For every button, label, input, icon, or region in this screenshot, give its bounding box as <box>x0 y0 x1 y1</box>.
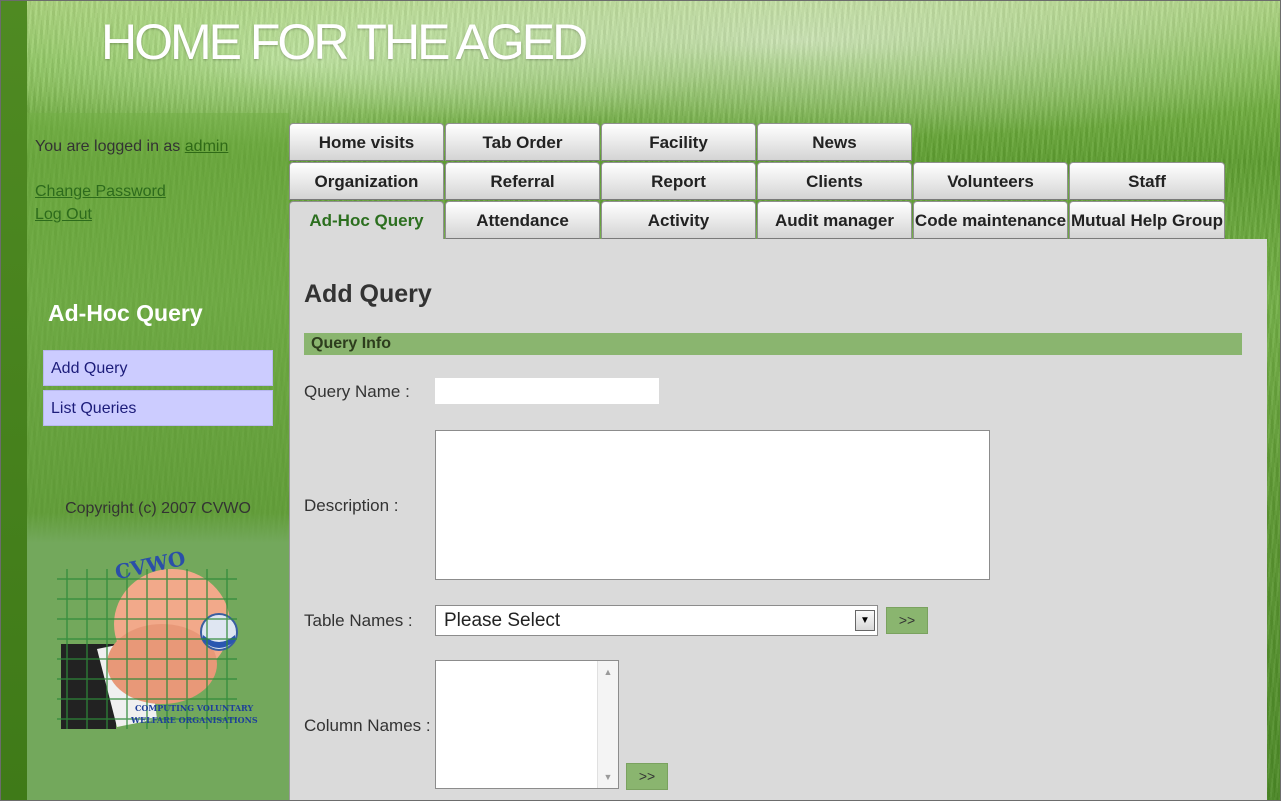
change-password-link[interactable]: Change Password <box>35 183 166 201</box>
tab-organization[interactable]: Organization <box>289 162 444 200</box>
logo-text-bottom-2: WELFARE ORGANISATIONS <box>130 715 258 725</box>
tab-facility[interactable]: Facility <box>601 123 756 161</box>
scroll-down-icon[interactable]: ▼ <box>598 772 618 782</box>
tab-referral[interactable]: Referral <box>445 162 600 200</box>
tab-tab-order[interactable]: Tab Order <box>445 123 600 161</box>
main-tabs: Home visits Tab Order Facility News Orga… <box>289 123 1229 241</box>
description-textarea[interactable] <box>435 430 990 580</box>
listbox-scrollbar[interactable]: ▲ ▼ <box>597 661 618 788</box>
page-frame: HOME FOR THE AGED You are logged in as a… <box>0 0 1281 801</box>
cvwo-logo: CVWO COMPUTING VOLUNTARY WELFARE ORGANIS… <box>57 549 258 729</box>
tab-activity[interactable]: Activity <box>601 201 756 239</box>
tab-attendance[interactable]: Attendance <box>445 201 600 239</box>
log-out-link[interactable]: Log Out <box>35 206 92 224</box>
tab-news[interactable]: News <box>757 123 912 161</box>
sidebar-section-title: Ad-Hoc Query <box>48 300 203 326</box>
content-panel: Add Query Query Info Query Name : Descri… <box>289 239 1267 800</box>
query-name-label: Query Name : <box>304 382 410 401</box>
query-name-input[interactable] <box>435 378 659 404</box>
scroll-up-icon[interactable]: ▲ <box>598 667 618 677</box>
description-label: Description : <box>304 496 399 515</box>
add-column-button[interactable]: >> <box>626 763 668 790</box>
sidebar-item-add-query[interactable]: Add Query <box>43 350 273 386</box>
table-names-label: Table Names : <box>304 611 413 630</box>
left-border-strip <box>1 1 27 800</box>
column-names-label: Column Names : <box>304 716 431 735</box>
tab-home-visits[interactable]: Home visits <box>289 123 444 161</box>
tab-ad-hoc-query[interactable]: Ad-Hoc Query <box>289 201 444 240</box>
copyright-text: Copyright (c) 2007 CVWO <box>65 500 251 517</box>
query-info-section-bar: Query Info <box>304 333 1242 355</box>
table-names-select[interactable]: Please Select ▼ <box>435 605 878 636</box>
tab-code-maintenance[interactable]: Code maintenance <box>913 201 1068 239</box>
sidebar-item-list-queries[interactable]: List Queries <box>43 390 273 426</box>
tab-report[interactable]: Report <box>601 162 756 200</box>
tab-clients[interactable]: Clients <box>757 162 912 200</box>
logo-text-bottom-1: COMPUTING VOLUNTARY <box>135 703 253 713</box>
login-prefix: You are logged in as <box>35 138 181 155</box>
tab-mutual-help-group[interactable]: Mutual Help Group <box>1069 201 1225 239</box>
username-link[interactable]: admin <box>185 138 229 155</box>
add-table-button[interactable]: >> <box>886 607 928 634</box>
tab-audit-manager[interactable]: Audit manager <box>757 201 912 239</box>
page-title: Add Query <box>304 280 432 308</box>
site-title: HOME FOR THE AGED <box>101 14 588 70</box>
tab-staff[interactable]: Staff <box>1069 162 1225 200</box>
table-names-selected-value: Please Select <box>444 610 561 631</box>
dropdown-arrow-icon[interactable]: ▼ <box>855 610 875 631</box>
column-names-listbox[interactable]: ▲ ▼ <box>435 660 619 789</box>
login-status: You are logged in as admin <box>35 138 228 156</box>
tab-volunteers[interactable]: Volunteers <box>913 162 1068 200</box>
